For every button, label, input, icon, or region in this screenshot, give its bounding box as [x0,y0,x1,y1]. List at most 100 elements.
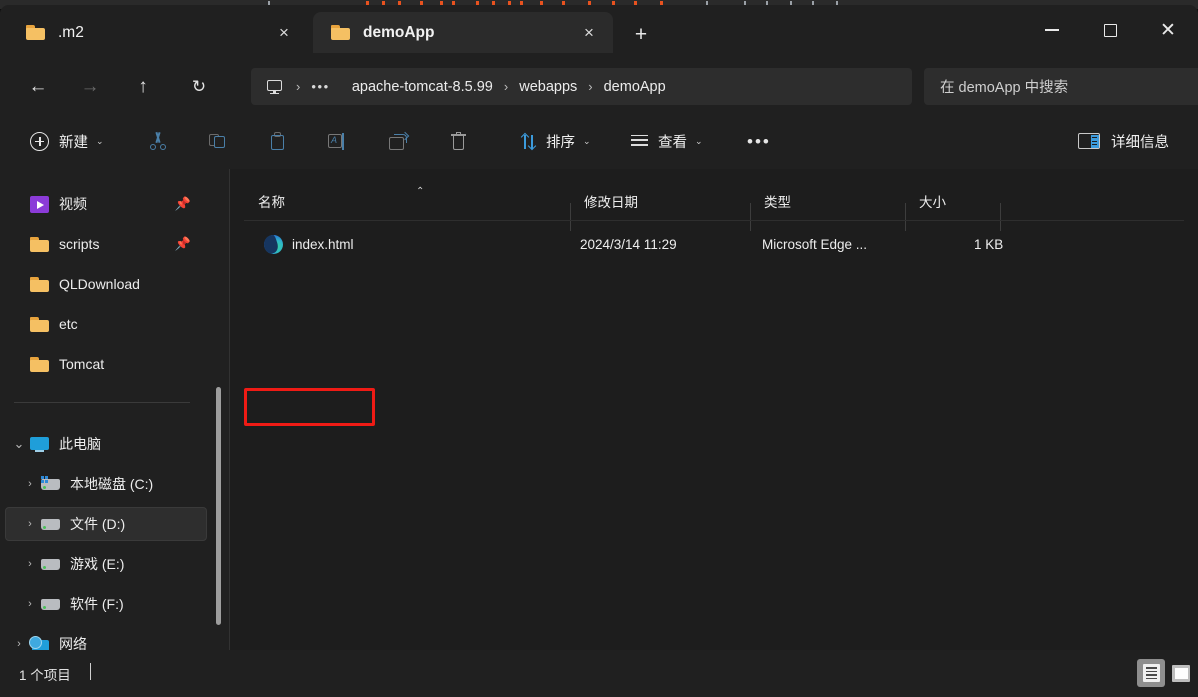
breadcrumb[interactable]: › ••• apache-tomcat-8.5.99 › webapps › d… [251,68,912,105]
details-pane-button[interactable]: 详细信息 [1068,122,1179,160]
folder-icon [29,316,50,333]
refresh-button[interactable]: ↻ [182,69,216,103]
paste-button[interactable] [258,122,298,160]
navigation-pane[interactable]: 视频 📌 scripts 📌 QLDownload etc Tomcat ⌄ 此… [0,169,230,650]
breadcrumb-item-webapps[interactable]: webapps [519,79,577,95]
sidebar-item-this-pc[interactable]: ⌄ 此电脑 [9,427,205,461]
share-icon [388,131,409,150]
sort-icon [520,132,537,150]
breadcrumb-item-demoapp[interactable]: demoApp [604,79,666,95]
chevron-right-icon[interactable]: › [20,558,40,570]
share-button[interactable] [378,122,418,160]
minimize-icon [1045,29,1059,31]
sidebar-scrollbar-thumb[interactable] [216,387,221,625]
drive-icon [40,596,61,613]
tab-m2[interactable]: .m2 × [8,12,308,53]
tab-demoapp[interactable]: demoApp × [313,12,613,53]
sidebar-item-label: etc [59,316,78,332]
sidebar-item-label: 游戏 (E:) [70,556,125,572]
tab-close-button[interactable]: × [270,19,298,47]
sidebar-item-tomcat[interactable]: Tomcat [9,347,205,381]
view-button[interactable]: 查看 ⌄ [621,122,713,160]
sidebar-item-local-disk-c[interactable]: › 本地磁盘 (C:) [20,467,205,501]
delete-button[interactable] [438,122,478,160]
breadcrumb-overflow-button[interactable]: ••• [311,79,329,94]
forward-button[interactable]: → [73,69,107,103]
sidebar-item-software-f[interactable]: › 软件 (F:) [20,587,205,621]
sort-button-label: 排序 [546,134,575,151]
sidebar-item-videos[interactable]: 视频 📌 [9,187,205,221]
copy-icon [209,132,227,150]
pin-icon[interactable]: 📌 [175,196,191,212]
sidebar-item-scripts[interactable]: scripts 📌 [9,227,205,261]
close-button[interactable]: ✕ [1145,10,1191,50]
breadcrumb-separator: › [296,79,301,94]
up-button[interactable]: ↑ [126,69,160,103]
status-separator [90,663,91,680]
folder-icon [29,236,50,253]
sidebar-item-etc[interactable]: etc [9,307,205,341]
folder-icon [26,25,45,40]
search-input[interactable]: 在 demoApp 中搜索 [924,68,1198,105]
system-drive-icon [40,475,61,493]
new-tab-button[interactable]: + [628,21,654,47]
this-pc-icon [29,436,50,453]
this-pc-icon[interactable] [267,79,282,94]
tab-label: demoApp [363,23,435,41]
tab-close-button[interactable]: × [575,19,603,47]
column-header-type[interactable]: 类型 [750,183,905,219]
sidebar-item-qldownload[interactable]: QLDownload [9,267,205,301]
more-options-button[interactable]: ••• [736,122,782,160]
new-button[interactable]: 新建 ⌄ [20,122,116,160]
column-label: 名称 [258,195,285,210]
plus-icon [30,131,49,151]
rename-button[interactable]: A [318,122,358,160]
folder-icon [29,356,50,373]
sidebar-item-label: 视频 [59,196,87,212]
details-pane-icon [1078,133,1100,149]
video-folder-icon [29,195,50,213]
cut-icon [149,132,167,150]
large-icons-view-button[interactable] [1167,659,1195,687]
minimize-button[interactable] [1029,10,1075,50]
close-icon: ✕ [1160,19,1176,41]
edge-browser-icon [264,234,283,254]
details-view-button[interactable] [1137,659,1165,687]
column-label: 修改日期 [584,195,638,210]
tab-label: .m2 [58,23,84,41]
sort-button[interactable]: 排序 ⌄ [510,122,601,160]
column-header-size[interactable]: 大小 [905,183,1000,219]
command-toolbar: 新建 ⌄ A 排序 ⌄ 查看 ⌄ ••• 详细信息 [0,113,1198,270]
file-modified-cell: 2024/3/14 11:29 [580,236,677,252]
chevron-down-icon: ⌄ [583,135,591,146]
details-view-icon [1142,664,1160,682]
back-button[interactable]: ← [21,69,55,103]
sidebar-item-games-e[interactable]: › 游戏 (E:) [20,547,205,581]
chevron-right-icon[interactable]: › [9,638,29,650]
sidebar-item-label: scripts [59,236,100,252]
maximize-button[interactable] [1087,10,1133,50]
file-name-cell[interactable]: index.html [264,234,354,254]
cut-button[interactable] [138,122,178,160]
sidebar-item-files-d[interactable]: › 文件 (D:) [5,507,207,541]
chevron-right-icon[interactable]: › [20,478,40,490]
status-bar: 1 个项目 [0,650,1198,697]
breadcrumb-item-tomcat[interactable]: apache-tomcat-8.5.99 [352,79,493,95]
rename-icon: A [328,132,348,150]
chevron-right-icon[interactable]: › [20,598,40,610]
column-header-date-modified[interactable]: 修改日期 [570,183,750,219]
sidebar-divider [14,402,190,403]
sidebar-item-label: 此电脑 [59,436,101,452]
copy-button[interactable] [198,122,238,160]
item-count-label: 1 个项目 [19,668,71,683]
sidebar-item-network[interactable]: › 网络 [9,627,205,650]
new-button-label: 新建 [59,134,88,151]
file-list-pane[interactable]: 名称 ⌃ 修改日期 类型 大小 index.html 2024/3/14 11:… [230,169,1198,650]
column-header-name[interactable]: 名称 [244,183,570,219]
chevron-down-icon[interactable]: ⌄ [9,436,29,452]
maximize-icon [1103,23,1117,37]
chevron-right-icon[interactable]: › [20,518,40,530]
table-row[interactable]: index.html 2024/3/14 11:29 Microsoft Edg… [244,225,1184,263]
view-icon [631,134,648,148]
pin-icon[interactable]: 📌 [175,236,191,252]
